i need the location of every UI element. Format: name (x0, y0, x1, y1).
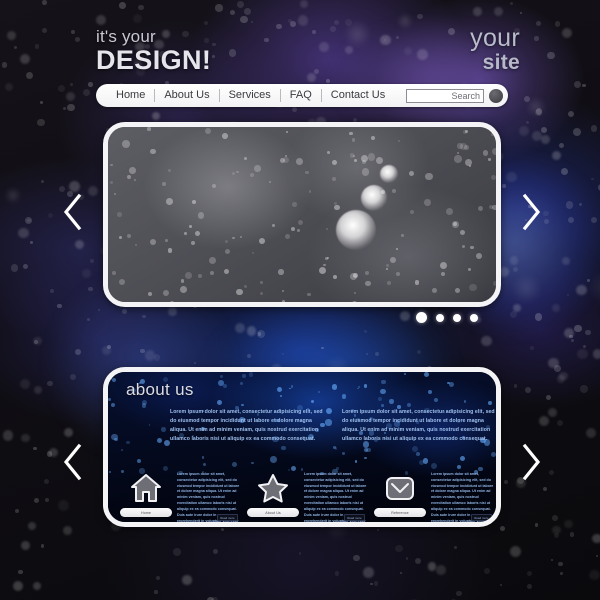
about-us-title: about us (126, 380, 194, 399)
about-us-text-columns: Lorem ipsum dolor sit amet, consectetur … (170, 408, 496, 444)
slider-orb-medium (361, 185, 387, 211)
hero-slider-image (108, 127, 496, 302)
slider-next-button[interactable] (518, 192, 544, 232)
slider-orb-large (336, 210, 376, 250)
search-input[interactable] (406, 88, 484, 103)
site-name-line1: your (470, 24, 520, 52)
feature-text-column: Lorem ipsum dolor sit amet, consectetur … (173, 472, 240, 522)
brand-title: DESIGN! (96, 45, 212, 75)
about-column-1: Lorem ipsum dolor sit amet, consectetur … (170, 408, 324, 444)
feature-icon-column: About Us (246, 472, 300, 522)
site-header: it's your DESIGN! your site Home About Us… (0, 0, 600, 115)
navigation-links: Home About Us Services FAQ Contact Us (96, 84, 394, 107)
home-icon (129, 472, 163, 504)
about-us-background: about us Lorem ipsum dolor sit amet, con… (108, 372, 496, 522)
feature-item: Reference Lorem ipsum dolor sit amet, con… (370, 472, 496, 522)
read-more-button[interactable]: Read more (217, 514, 238, 521)
feature-button-reference[interactable]: Reference (374, 508, 426, 517)
page-stage: it's your DESIGN! your site Home About Us… (0, 0, 600, 600)
brand-tagline: it's your (96, 27, 156, 46)
hero-slider-panel[interactable] (103, 122, 501, 307)
nav-item-services[interactable]: Services (220, 84, 280, 107)
slider-dot-3[interactable] (453, 313, 461, 322)
main-navigation-bar: Home About Us Services FAQ Contact Us (96, 84, 508, 107)
read-more-button[interactable]: Read more (344, 514, 365, 521)
about-column-text: Lorem ipsum dolor sit amet, consectetur … (170, 409, 323, 442)
about-column-text: Lorem ipsum dolor sit amet, consectetur … (342, 409, 495, 442)
feature-item: Home Lorem ipsum dolor sit amet, consecte… (116, 472, 243, 522)
feature-icon-column: Reference (373, 472, 427, 522)
slider-dot-1[interactable] (416, 312, 427, 323)
site-name-logo: your site (470, 24, 520, 75)
about-next-button[interactable] (518, 442, 544, 482)
slider-prev-button[interactable] (60, 192, 86, 232)
read-more-button[interactable]: Read more (471, 514, 492, 521)
nav-item-about-us[interactable]: About Us (155, 84, 218, 107)
brand-logo: it's your DESIGN! (96, 28, 211, 74)
search-submit-button[interactable] (489, 88, 503, 103)
about-prev-button[interactable] (60, 442, 86, 482)
slider-dot-2[interactable] (436, 313, 444, 322)
feature-button-about-us[interactable]: About Us (247, 508, 299, 517)
feature-item: About Us Lorem ipsum dolor sit amet, cons… (243, 472, 370, 522)
feature-columns: Home Lorem ipsum dolor sit amet, consecte… (116, 472, 496, 522)
nav-item-faq[interactable]: FAQ (281, 84, 321, 107)
nav-item-contact-us[interactable]: Contact Us (322, 84, 394, 107)
about-us-panel: about us Lorem ipsum dolor sit amet, con… (103, 367, 501, 527)
slider-pagination-dots (416, 312, 478, 323)
feature-icon-column: Home (119, 472, 173, 522)
nav-item-home[interactable]: Home (107, 84, 154, 107)
site-name-line2: site (482, 51, 520, 74)
slider-dot-4[interactable] (470, 313, 478, 322)
slider-orb-small (380, 165, 398, 183)
search-area (406, 88, 508, 103)
star-icon (256, 472, 290, 504)
feature-text-column: Lorem ipsum dolor sit amet, consectetur … (300, 472, 367, 522)
feature-text-column: Lorem ipsum dolor sit amet, consectetur … (427, 472, 494, 522)
about-column-2: Lorem ipsum dolor sit amet, consectetur … (342, 408, 496, 444)
feature-button-home[interactable]: Home (120, 508, 172, 517)
envelope-icon (383, 472, 417, 504)
